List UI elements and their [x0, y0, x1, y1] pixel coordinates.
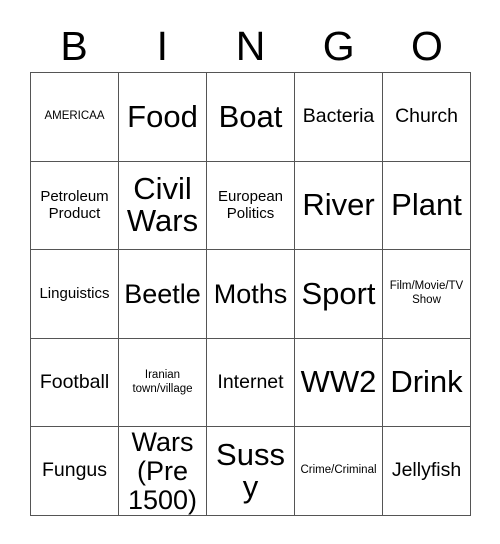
- bingo-grid: AMERICAA Food Boat Bacteria Church Petro…: [30, 72, 471, 516]
- bingo-cell-label: Sussy: [216, 436, 285, 505]
- bingo-cell-label: Moths: [213, 278, 288, 309]
- bingo-cell-label: WW2: [300, 364, 377, 400]
- bingo-header-letter-n: N: [235, 22, 266, 69]
- bingo-cell-r4c3[interactable]: Internet: [207, 338, 295, 428]
- bingo-cell-r1c2[interactable]: Food: [119, 73, 207, 162]
- bingo-cell-label: Church: [395, 104, 458, 127]
- bingo-cell-r2c3[interactable]: European Politics: [207, 161, 295, 251]
- bingo-cell-label: Iranian town/village: [132, 369, 193, 395]
- bingo-cell-label: Internet: [217, 370, 284, 393]
- bingo-cell-r3c5[interactable]: Film/Movie/TV Show: [383, 250, 471, 339]
- bingo-cell-label: Drink: [390, 364, 463, 400]
- bingo-cell-r4c5[interactable]: Drink: [383, 338, 471, 428]
- bingo-cell-r3c2[interactable]: Beetle: [119, 250, 207, 339]
- bingo-cell-label: Jellyfish: [391, 459, 462, 482]
- bingo-cell-label: Football: [39, 370, 110, 393]
- bingo-cell-r3c1[interactable]: Linguistics: [31, 250, 119, 339]
- bingo-header-row: B I N G O: [30, 20, 471, 72]
- bingo-cell-label: Civil Wars: [126, 170, 199, 239]
- bingo-cell-r1c3[interactable]: Boat: [207, 73, 295, 162]
- bingo-cell-r2c4[interactable]: River: [295, 161, 383, 251]
- bingo-cell-r5c2[interactable]: Wars (Pre 1500): [119, 427, 207, 516]
- bingo-cell-r4c2[interactable]: Iranian town/village: [119, 338, 207, 428]
- bingo-cell-r5c3[interactable]: Sussy: [207, 427, 295, 516]
- bingo-card: B I N G O AMERICAA Food Boat Bacteria Ch…: [0, 0, 500, 544]
- bingo-header-letter-o: O: [410, 22, 443, 69]
- bingo-cell-r4c4[interactable]: WW2: [295, 338, 383, 428]
- bingo-cell-label: Beetle: [124, 278, 201, 309]
- bingo-cell-label: Wars (Pre 1500): [127, 427, 198, 515]
- bingo-cell-label: Petroleum Product: [40, 188, 109, 223]
- bingo-cell-label: Boat: [218, 98, 283, 134]
- bingo-cell-r5c1[interactable]: Fungus: [31, 427, 119, 516]
- bingo-header-letter-g: G: [322, 22, 355, 69]
- bingo-cell-r1c5[interactable]: Church: [383, 73, 471, 162]
- bingo-cell-r2c5[interactable]: Plant: [383, 161, 471, 251]
- bingo-cell-label: European Politics: [217, 188, 284, 223]
- bingo-cell-label: Linguistics: [39, 285, 110, 303]
- bingo-cell-r1c1[interactable]: AMERICAA: [31, 73, 119, 162]
- bingo-cell-label: Plant: [391, 187, 462, 223]
- bingo-cell-r4c1[interactable]: Football: [31, 338, 119, 428]
- bingo-cell-r2c1[interactable]: Petroleum Product: [31, 161, 119, 251]
- bingo-header-letter-b: B: [60, 22, 88, 69]
- bingo-cell-label: Fungus: [41, 459, 108, 482]
- bingo-cell-r5c5[interactable]: Jellyfish: [383, 427, 471, 516]
- bingo-cell-r1c4[interactable]: Bacteria: [295, 73, 383, 162]
- bingo-cell-r3c4[interactable]: Sport: [295, 250, 383, 339]
- bingo-cell-label: Film/Movie/TV Show: [389, 280, 464, 306]
- bingo-cell-label: AMERICAA: [44, 110, 105, 123]
- bingo-header-letter-i: I: [156, 22, 168, 69]
- bingo-cell-r3c3[interactable]: Moths: [207, 250, 295, 339]
- bingo-cell-label: River: [302, 187, 375, 223]
- bingo-cell-label: Sport: [301, 275, 376, 311]
- bingo-cell-r5c4[interactable]: Crime/Criminal: [295, 427, 383, 516]
- bingo-cell-label: Food: [127, 98, 198, 134]
- bingo-cell-label: Bacteria: [302, 104, 375, 127]
- bingo-cell-label: Crime/Criminal: [300, 464, 377, 477]
- bingo-cell-r2c2[interactable]: Civil Wars: [119, 161, 207, 251]
